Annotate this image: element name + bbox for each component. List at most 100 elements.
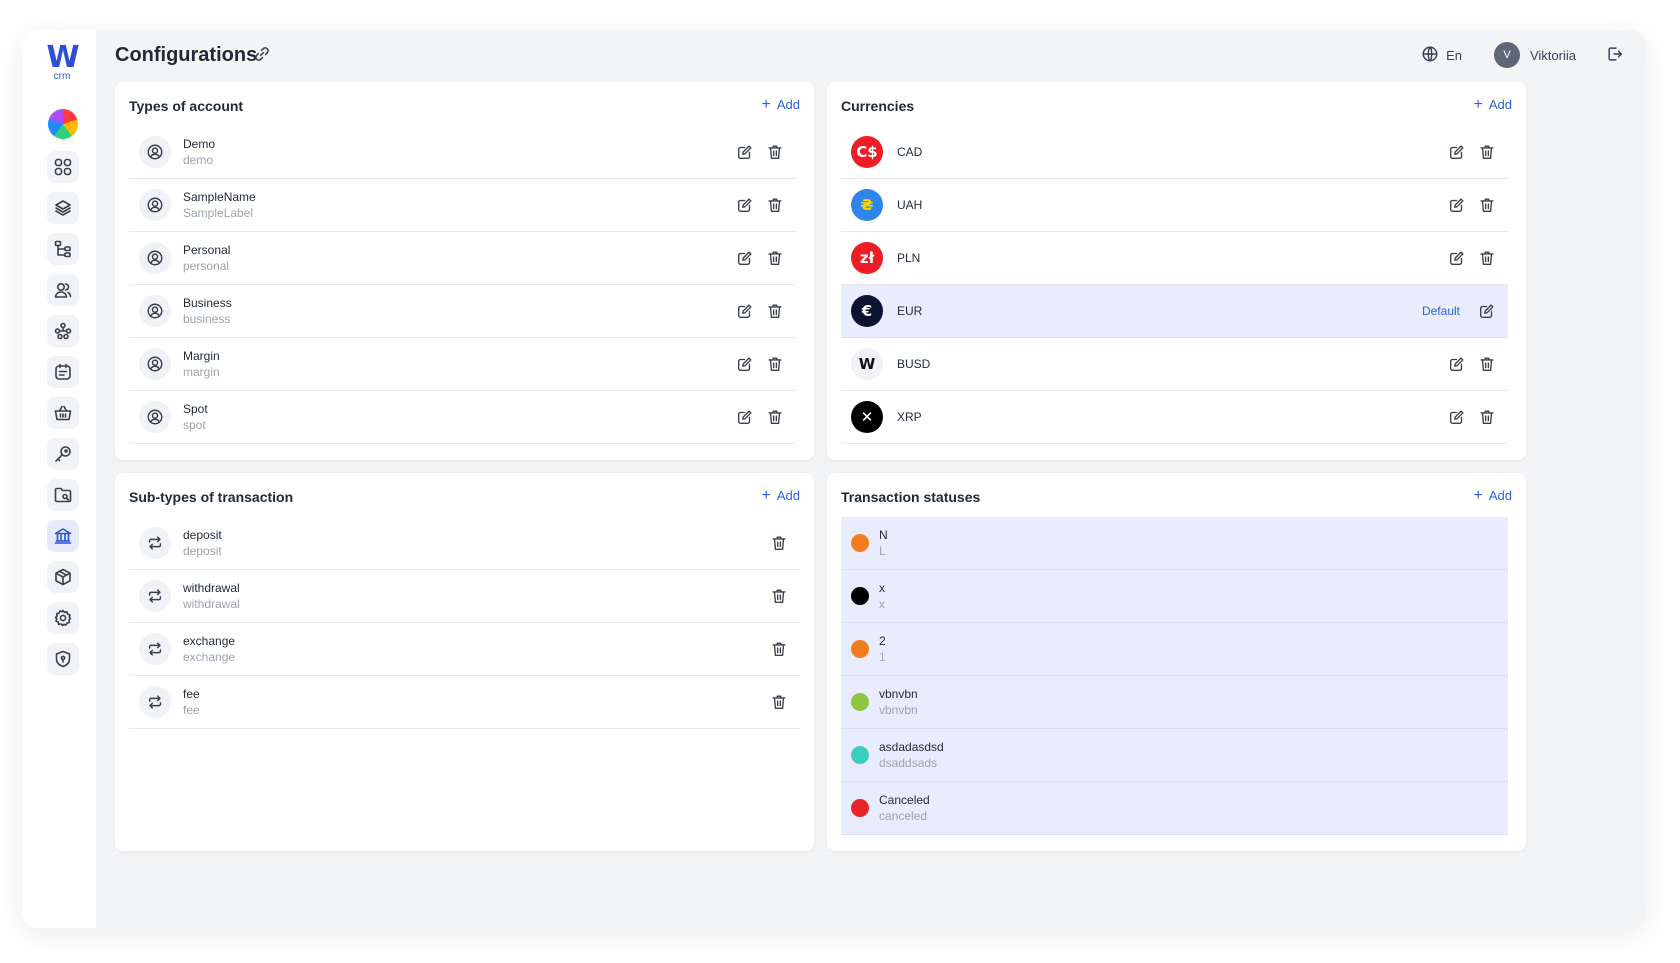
sub-types-card: Sub-types of transaction + Add deposit dep…: [115, 473, 814, 851]
main-content: Configurations En V Viktoriia Types of a…: [96, 30, 1646, 928]
edit-icon[interactable]: [1448, 249, 1466, 267]
page-title: Configurations: [115, 44, 258, 66]
delete-icon[interactable]: [766, 249, 784, 267]
add-status-button[interactable]: + Add: [1474, 487, 1512, 503]
page-header: Configurations En V Viktoriia: [96, 30, 1646, 80]
list-item[interactable]: Demo demo: [129, 126, 796, 179]
edit-icon[interactable]: [1448, 355, 1466, 373]
link-icon[interactable]: [253, 45, 271, 63]
list-item[interactable]: Canceled canceled: [841, 782, 1508, 835]
user-name[interactable]: Viktoriia: [1530, 48, 1576, 63]
edit-icon[interactable]: [736, 143, 754, 161]
edit-icon[interactable]: [736, 408, 754, 426]
logo[interactable]: W crm: [42, 43, 82, 82]
logout-icon[interactable]: [1606, 45, 1624, 66]
edit-icon[interactable]: [736, 355, 754, 373]
item-label: fee: [183, 703, 200, 717]
row-actions: [1448, 126, 1496, 178]
row-text: vbnvbn vbnvbn: [879, 686, 918, 718]
delete-icon[interactable]: [770, 640, 788, 658]
delete-icon[interactable]: [766, 408, 784, 426]
add-currency-button[interactable]: + Add: [1474, 96, 1512, 112]
list-item[interactable]: Margin margin: [129, 338, 796, 391]
users-icon[interactable]: [47, 274, 79, 306]
list-item[interactable]: exchange exchange: [129, 623, 800, 676]
row-text: SampleName SampleLabel: [183, 189, 256, 221]
list-item[interactable]: fee fee: [129, 676, 800, 729]
edit-icon[interactable]: [1448, 196, 1466, 214]
network-icon[interactable]: [47, 315, 79, 347]
item-label: business: [183, 312, 231, 326]
row-actions: [1448, 391, 1496, 443]
item-label: margin: [183, 365, 220, 379]
shield-icon[interactable]: [47, 643, 79, 675]
language-selector[interactable]: En: [1421, 45, 1462, 66]
basket-icon[interactable]: [47, 397, 79, 429]
list-item[interactable]: € EUR Default: [841, 285, 1508, 338]
list-item[interactable]: Business business: [129, 285, 796, 338]
list-item[interactable]: SampleName SampleLabel: [129, 179, 796, 232]
currency-logo-icon: ₴: [851, 189, 883, 221]
dashboard-icon[interactable]: [47, 151, 79, 183]
delete-icon[interactable]: [1478, 249, 1496, 267]
add-sub-type-button[interactable]: + Add: [762, 487, 800, 503]
layers-icon[interactable]: [47, 192, 79, 224]
list-item[interactable]: deposit deposit: [129, 517, 800, 570]
edit-icon[interactable]: [1478, 302, 1496, 320]
list-item[interactable]: Personal personal: [129, 232, 796, 285]
list-item[interactable]: asdadasdsd dsaddsads: [841, 729, 1508, 782]
delete-icon[interactable]: [766, 196, 784, 214]
list-item[interactable]: ₴ UAH: [841, 179, 1508, 232]
list-item[interactable]: withdrawal withdrawal: [129, 570, 800, 623]
row-text: exchange exchange: [183, 633, 235, 665]
list-item[interactable]: xx: [841, 570, 1508, 623]
list-item[interactable]: zł PLN: [841, 232, 1508, 285]
hierarchy-icon[interactable]: [47, 233, 79, 265]
list-item[interactable]: NL: [841, 517, 1508, 570]
color-wheel-icon[interactable]: [48, 109, 78, 139]
delete-icon[interactable]: [770, 587, 788, 605]
delete-icon[interactable]: [1478, 408, 1496, 426]
row-actions: [770, 517, 788, 569]
currencies-card: Currencies + Add C$ CAD ₴ UAH zł PLN € EUR Defaul…: [827, 82, 1526, 460]
delete-icon[interactable]: [1478, 196, 1496, 214]
key-icon[interactable]: [47, 438, 79, 470]
currency-logo-icon: €: [851, 295, 883, 327]
notes-icon[interactable]: [47, 356, 79, 388]
list-item[interactable]: C$ CAD: [841, 126, 1508, 179]
sub-types-list: deposit deposit withdrawal withdrawal exchan…: [129, 517, 800, 835]
status-color-dot: [851, 534, 869, 552]
add-account-type-button[interactable]: + Add: [762, 96, 800, 112]
delete-icon[interactable]: [766, 143, 784, 161]
box-icon[interactable]: [47, 561, 79, 593]
edit-icon[interactable]: [736, 196, 754, 214]
delete-icon[interactable]: [1478, 143, 1496, 161]
avatar[interactable]: V: [1493, 42, 1520, 68]
item-name: deposit: [183, 528, 222, 542]
edit-icon[interactable]: [736, 302, 754, 320]
list-item[interactable]: W BUSD: [841, 338, 1508, 391]
item-name: N: [879, 528, 888, 542]
list-item[interactable]: Spot spot: [129, 391, 796, 444]
edit-icon[interactable]: [1448, 408, 1466, 426]
delete-icon[interactable]: [766, 355, 784, 373]
edit-icon[interactable]: [1448, 143, 1466, 161]
list-item[interactable]: 21: [841, 623, 1508, 676]
settings-icon[interactable]: [47, 602, 79, 634]
delete-icon[interactable]: [770, 534, 788, 552]
edit-icon[interactable]: [736, 249, 754, 267]
row-actions: [770, 676, 788, 728]
header-right: En V Viktoriia: [1421, 42, 1624, 68]
item-label: dsaddsads: [879, 756, 938, 770]
delete-icon[interactable]: [1478, 355, 1496, 373]
list-item[interactable]: ✕ XRP: [841, 391, 1508, 444]
delete-icon[interactable]: [770, 693, 788, 711]
delete-icon[interactable]: [766, 302, 784, 320]
bank-icon[interactable]: [47, 520, 79, 552]
list-item[interactable]: vbnvbn vbnvbn: [841, 676, 1508, 729]
currencies-list: C$ CAD ₴ UAH zł PLN € EUR Default W BUSD ✕ XRP: [841, 126, 1508, 444]
default-badge: Default: [1421, 304, 1460, 318]
status-color-dot: [851, 587, 869, 605]
folder-icon[interactable]: [47, 479, 79, 511]
row-text: xx: [879, 580, 885, 612]
